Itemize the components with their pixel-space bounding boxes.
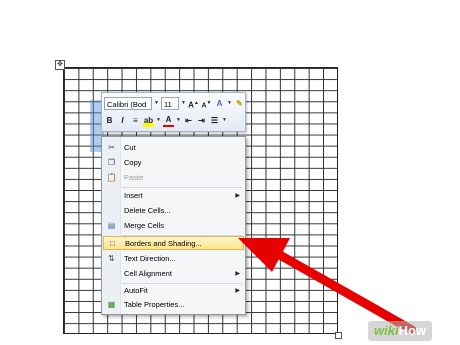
chevron-down-icon[interactable]: ▼ xyxy=(176,117,181,123)
styles-icon[interactable]: A xyxy=(214,97,225,110)
table-properties-icon: ▦ xyxy=(107,300,116,309)
mini-toolbar: Calibri (Bod ▼ 11 ▼ A▲ A▼ A ▼ ✎ B I ≡ ab… xyxy=(101,92,246,132)
copy-icon: ❐ xyxy=(107,158,116,167)
highlight-icon[interactable]: ab xyxy=(143,113,154,127)
decrease-indent-icon[interactable]: ⇤ xyxy=(183,114,194,127)
format-painter-icon[interactable]: ✎ xyxy=(234,97,245,110)
center-align-icon[interactable]: ≡ xyxy=(130,114,141,127)
borders-icon: □ xyxy=(110,239,115,248)
submenu-arrow-icon: ▶ xyxy=(235,193,240,199)
bullets-icon[interactable]: ☰ xyxy=(209,114,220,127)
menu-item-label: Text Direction... xyxy=(124,254,176,263)
wikihow-logo: wikiHow xyxy=(368,321,433,341)
text-direction-icon: ⇅ xyxy=(108,254,115,263)
menu-item-text-direction[interactable]: ⇅ Text Direction... xyxy=(103,252,244,266)
merge-cells-icon: ▤ xyxy=(107,221,116,230)
chevron-down-icon[interactable]: ▼ xyxy=(222,117,227,123)
paste-icon: 📋 xyxy=(106,173,117,182)
submenu-arrow-icon: ▶ xyxy=(235,288,240,294)
grow-font-icon[interactable]: A▲ xyxy=(188,97,199,110)
wikihow-logo-wiki: wiki xyxy=(374,323,399,338)
menu-item-cell-alignment[interactable]: Cell Alignment ▶ xyxy=(103,267,244,281)
menu-item-insert[interactable]: Insert ▶ xyxy=(103,189,244,203)
toolbar-row-font: Calibri (Bod ▼ 11 ▼ A▲ A▼ A ▼ ✎ xyxy=(104,95,245,111)
menu-item-label: Cell Alignment xyxy=(124,269,172,278)
menu-item-label: Cut xyxy=(124,143,136,152)
menu-item-label: Table Properties... xyxy=(124,300,185,309)
font-size-box[interactable]: 11 xyxy=(161,96,179,110)
menu-item-label: Paste xyxy=(124,173,144,182)
menu-item-label: AutoFit xyxy=(124,286,148,295)
menu-item-label: Merge Cells xyxy=(124,221,165,230)
font-name-box[interactable]: Calibri (Bod xyxy=(104,96,152,110)
chevron-down-icon[interactable]: ▼ xyxy=(154,100,159,106)
document-page: ✥ Calibri (Bod ▼ 11 ▼ A▲ A▼ A ▼ ✎ B I ≡ … xyxy=(0,0,460,345)
menu-item-label: Delete Cells... xyxy=(124,206,171,215)
toolbar-row-format: B I ≡ ab ▼ A ▼ ⇤ ⇥ ☰ ▼ xyxy=(104,112,227,128)
wikihow-logo-how: How xyxy=(398,323,427,338)
context-menu: ✂ Cut ❐ Copy 📋 Paste Insert ▶ Delete Cel… xyxy=(101,136,246,315)
increase-indent-icon[interactable]: ⇥ xyxy=(196,114,207,127)
font-color-icon[interactable]: A xyxy=(163,114,174,127)
menu-item-cut[interactable]: ✂ Cut xyxy=(103,141,244,155)
table-resize-handle[interactable] xyxy=(335,332,342,339)
menu-item-label: Insert xyxy=(124,191,143,200)
chevron-down-icon[interactable]: ▼ xyxy=(156,117,161,123)
submenu-arrow-icon: ▶ xyxy=(235,271,240,277)
menu-item-paste: 📋 Paste xyxy=(103,171,244,185)
table-move-handle[interactable]: ✥ xyxy=(55,60,65,70)
shrink-font-icon[interactable]: A▼ xyxy=(201,97,212,110)
bold-icon[interactable]: B xyxy=(104,114,115,127)
italic-icon[interactable]: I xyxy=(117,114,128,127)
menu-item-copy[interactable]: ❐ Copy xyxy=(103,156,244,170)
menu-item-table-properties[interactable]: ▦ Table Properties... xyxy=(103,298,244,312)
menu-item-label: Copy xyxy=(124,158,142,167)
menu-item-borders-and-shading[interactable]: □ Borders and Shading... xyxy=(103,236,244,250)
menu-item-merge-cells[interactable]: ▤ Merge Cells xyxy=(103,219,244,233)
menu-item-delete-cells[interactable]: Delete Cells... xyxy=(103,204,244,218)
menu-item-autofit[interactable]: AutoFit ▶ xyxy=(103,284,244,298)
menu-separator xyxy=(122,187,242,188)
menu-item-label: Borders and Shading... xyxy=(125,239,202,248)
scissors-icon: ✂ xyxy=(108,143,115,152)
chevron-down-icon[interactable]: ▼ xyxy=(181,100,186,106)
chevron-down-icon[interactable]: ▼ xyxy=(227,100,232,106)
